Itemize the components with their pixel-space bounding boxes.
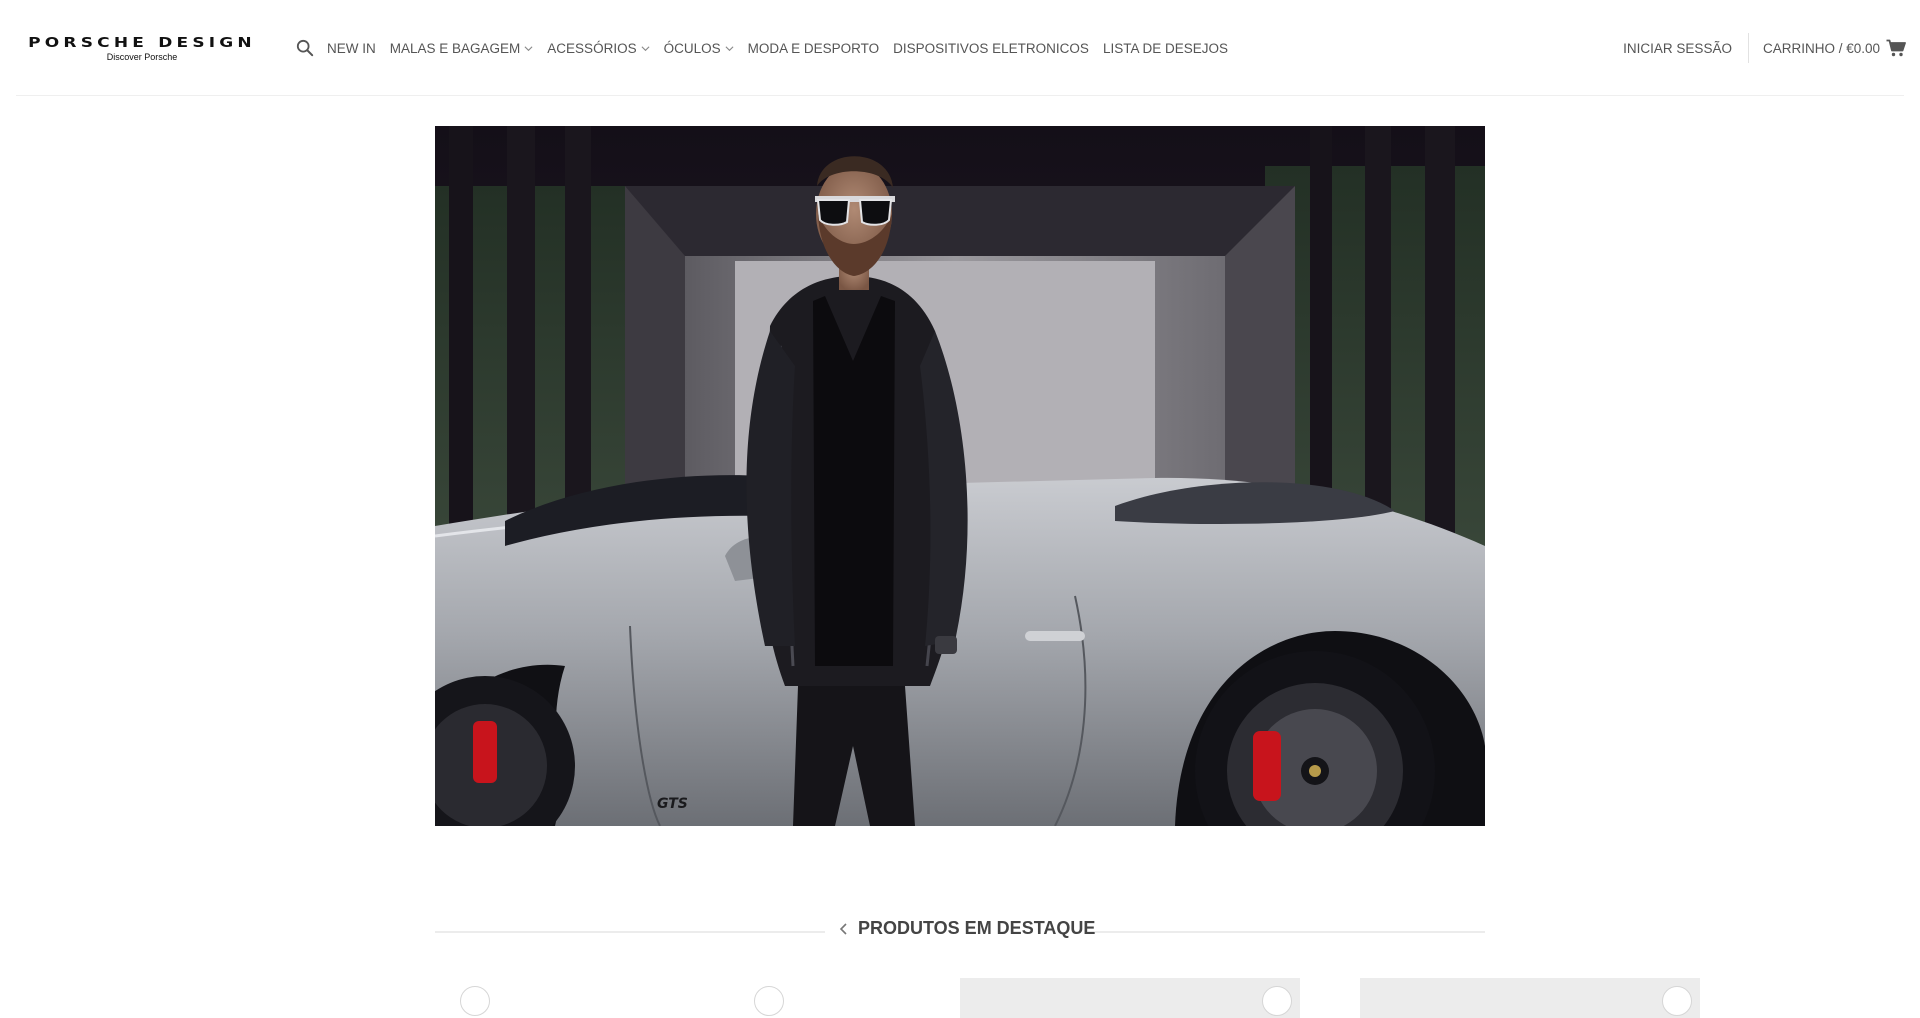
wishlist-heart-icon[interactable] (754, 986, 784, 1016)
header-divider-line (16, 95, 1904, 96)
nav-item-malas-e-bagagem[interactable]: MALAS E BAGAGEM (390, 41, 534, 56)
featured-title: PRODUTOS EM DESTAQUE (838, 918, 1095, 939)
account-area: INICIAR SESSÃO CARRINHO / €0.00 (1623, 0, 1906, 96)
nav-item-label: ÓCULOS (663, 40, 721, 56)
featured-section-header: PRODUTOS EM DESTAQUE (435, 916, 1485, 946)
nav-item-acessorios[interactable]: ACESSÓRIOS (547, 40, 650, 56)
product-card[interactable] (960, 978, 1300, 1018)
product-card[interactable] (452, 978, 792, 1018)
nav-item-label: NEW IN (327, 40, 376, 56)
header-divider (1747, 33, 1749, 63)
nav-item-label: LISTA DE DESEJOS (1102, 40, 1228, 56)
section-divider-right (1095, 931, 1485, 933)
brand-logo[interactable]: PORSCHE DESIGN Discover Porsche (18, 35, 266, 62)
chevron-down-icon (524, 45, 533, 51)
cart-link[interactable]: CARRINHO / €0.00 (1763, 39, 1906, 57)
product-card[interactable] (1360, 978, 1700, 1018)
nav-item-dispositivos-eletronicos[interactable]: DISPOSITIVOS ELETRONICOS (893, 41, 1089, 56)
nav-item-label: MALAS E BAGAGEM (389, 40, 521, 56)
car-badge: GTS (657, 796, 688, 812)
nav-item-oculos[interactable]: ÓCULOS (664, 41, 734, 56)
hero-banner[interactable]: GTS (435, 126, 1485, 826)
nav-item-label: ACESSÓRIOS (547, 40, 637, 56)
wishlist-heart-icon[interactable] (460, 986, 490, 1016)
main-nav: NEW IN MALAS E BAGAGEM ACESSÓRIOS ÓCULOS… (296, 0, 1242, 96)
nav-item-moda-e-desporto[interactable]: MODA E DESPORTO (748, 41, 880, 56)
login-link[interactable]: INICIAR SESSÃO (1623, 41, 1748, 56)
shopping-cart-icon (1886, 39, 1906, 57)
chevron-left-icon[interactable] (838, 922, 850, 936)
wishlist-heart-icon[interactable] (1662, 986, 1692, 1016)
chevron-down-icon (641, 45, 650, 51)
site-header: PORSCHE DESIGN Discover Porsche NEW IN M… (0, 0, 1920, 96)
nav-item-label: DISPOSITIVOS ELETRONICOS (893, 40, 1089, 56)
wishlist-heart-icon[interactable] (1262, 986, 1292, 1016)
hero-image: GTS (435, 126, 1485, 826)
nav-item-label: MODA E DESPORTO (747, 40, 880, 56)
logo-tagline: Discover Porsche (106, 51, 178, 62)
featured-title-text: PRODUTOS EM DESTAQUE (858, 918, 1096, 938)
chevron-down-icon (725, 45, 734, 51)
logo-wordmark: PORSCHE DESIGN (28, 34, 256, 51)
section-divider-left (435, 931, 825, 933)
nav-item-lista-de-desejos[interactable]: LISTA DE DESEJOS (1103, 41, 1228, 56)
search-icon[interactable] (296, 39, 314, 57)
nav-item-new-in[interactable]: NEW IN (327, 41, 376, 56)
cart-label: CARRINHO / €0.00 (1762, 40, 1880, 56)
